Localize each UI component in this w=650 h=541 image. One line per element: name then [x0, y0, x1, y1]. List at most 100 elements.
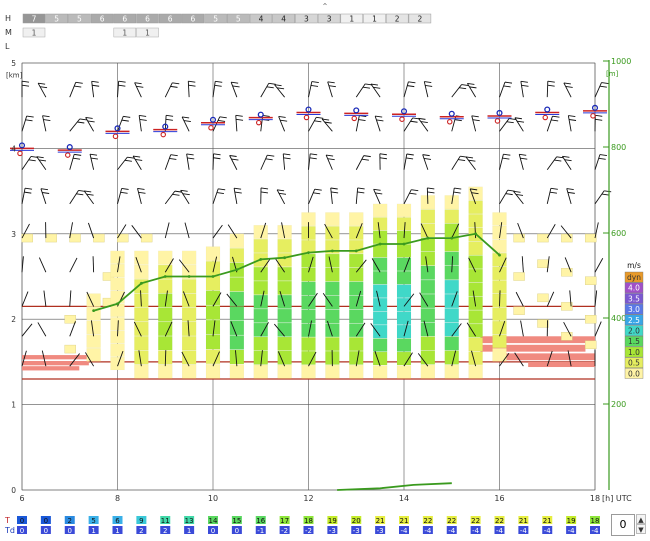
wind-barb-feather [92, 84, 100, 87]
updraft-legend: m/s dyn 4.03.5 3.0 2.5 2.01.5 1.0 0.50.0 [624, 261, 644, 379]
dewpoint-value: -4 [544, 527, 552, 535]
dewpoint-value: 1 [91, 527, 95, 535]
wind-barb-feather [219, 116, 227, 119]
wind-barb-feather [118, 84, 126, 87]
thermal-cell [229, 306, 245, 321]
boundary-layer-point [283, 256, 287, 260]
wind-barb-feather [262, 114, 270, 117]
wind-barb-feather [326, 154, 334, 157]
lcl-dot-red [65, 152, 71, 158]
thermal-cell [277, 364, 292, 379]
wind-barb-feather [85, 117, 93, 119]
thermal-cell [468, 365, 483, 379]
lcl-dot-blue [66, 144, 73, 151]
thermal-cell [158, 336, 173, 351]
cloud-cell-value: 6 [122, 15, 127, 24]
cloud-cell-value: 2 [395, 15, 400, 24]
thermal-cell [420, 322, 436, 337]
wind-barb-feather [357, 191, 365, 194]
x-axis-unit: [h] UTC [602, 494, 632, 503]
wind-barb-shaft [451, 84, 462, 98]
cloud-cell-value: 1 [349, 15, 354, 24]
spin-down-icon[interactable]: ▼ [636, 524, 646, 534]
cloud-row-label: H [5, 14, 11, 23]
dewpoint-value: -3 [377, 527, 384, 535]
thermal-cell [349, 337, 364, 351]
wind-barb-feather [87, 120, 95, 123]
wind-barb-feather [552, 115, 560, 118]
thermal-cell [349, 351, 364, 365]
x-tick-label: 18 [590, 494, 600, 503]
thermal-cell [420, 265, 436, 280]
wind-barb-shaft [117, 188, 123, 205]
wind-barb-feather [406, 153, 414, 156]
stratus-block [22, 366, 80, 371]
temp-value: 17 [280, 517, 289, 525]
collapse-glyph[interactable]: ⌃ [322, 2, 329, 11]
wind-barb-feather [357, 187, 365, 190]
wind-barb-shaft [325, 154, 333, 170]
wind-barb-shaft [21, 323, 33, 337]
boundary-layer-point [402, 242, 406, 246]
cloud-cell-value: 5 [236, 15, 241, 24]
boundary-layer-point [426, 236, 430, 240]
thermal-cell [372, 311, 388, 325]
wind-barb-shaft [83, 190, 94, 205]
wind-barb-feather [266, 86, 274, 89]
wind-barb-feather [187, 157, 195, 160]
thermal-cell [229, 277, 245, 292]
wind-barb-feather [120, 191, 128, 194]
legend-title: m/s [627, 261, 641, 270]
lcl-dot-red [446, 119, 453, 125]
thermal-cell [325, 364, 340, 379]
thermal-cell [205, 364, 221, 379]
thermal-cell [253, 294, 268, 309]
wind-barb-feather [90, 157, 98, 160]
cloud-cell-value: 6 [191, 15, 196, 24]
spin-up-icon[interactable]: ▲ [636, 514, 646, 524]
cumulus-block [93, 233, 105, 243]
boundary-layer-line [92, 232, 501, 491]
hour-stepper-input[interactable]: 0 [611, 514, 635, 536]
wind-barb-shaft [235, 115, 238, 132]
thermal-cell [468, 337, 483, 352]
wind-barb-feather [331, 191, 339, 194]
wind-barb-shaft [69, 118, 81, 132]
temp-value: 13 [185, 517, 194, 525]
wind-barb-feather [75, 81, 83, 84]
dewpoint-value: -4 [472, 527, 480, 535]
wind-barb-feather [327, 81, 335, 84]
lcl-dot-red [399, 116, 405, 122]
lcl-dot-blue [353, 107, 360, 114]
thermal-cell [325, 212, 340, 226]
wind-barb-feather [472, 119, 480, 122]
wind-barb-feather [408, 81, 416, 84]
wind-barb-shaft [515, 291, 524, 307]
wind-barb-shaft [164, 154, 172, 170]
thermal-cell [325, 295, 340, 310]
thermal-cell [468, 282, 483, 297]
lcl-dot-red [542, 114, 548, 121]
wind-barb-feather [376, 119, 384, 122]
wind-barb-feather [375, 115, 383, 118]
cumulus-block [537, 293, 549, 303]
boundary-layer-point [211, 275, 215, 278]
legend-label: 0.5 [628, 359, 640, 368]
wind-barb-feather [567, 191, 575, 194]
wind-barb-shaft [403, 117, 414, 132]
wind-barb-shaft [594, 190, 605, 205]
wind-barb-shaft [89, 154, 95, 170]
thermal-cell [253, 239, 268, 253]
thermal-cell [396, 244, 412, 258]
temp-value: 22 [495, 517, 504, 525]
thermal-cell [396, 365, 412, 379]
thermal-cell [349, 309, 364, 324]
wind-barb-shaft [499, 189, 509, 205]
dewpoint-value: -3 [329, 527, 336, 535]
wind-barb-feather [520, 80, 528, 83]
wind-barb-shaft [164, 350, 167, 367]
hour-stepper-spin[interactable]: ▲ ▼ [636, 514, 646, 534]
cloud-cell-value: 6 [145, 15, 150, 24]
wind-barb-feather [407, 85, 415, 88]
wind-barb-feather [563, 82, 571, 85]
